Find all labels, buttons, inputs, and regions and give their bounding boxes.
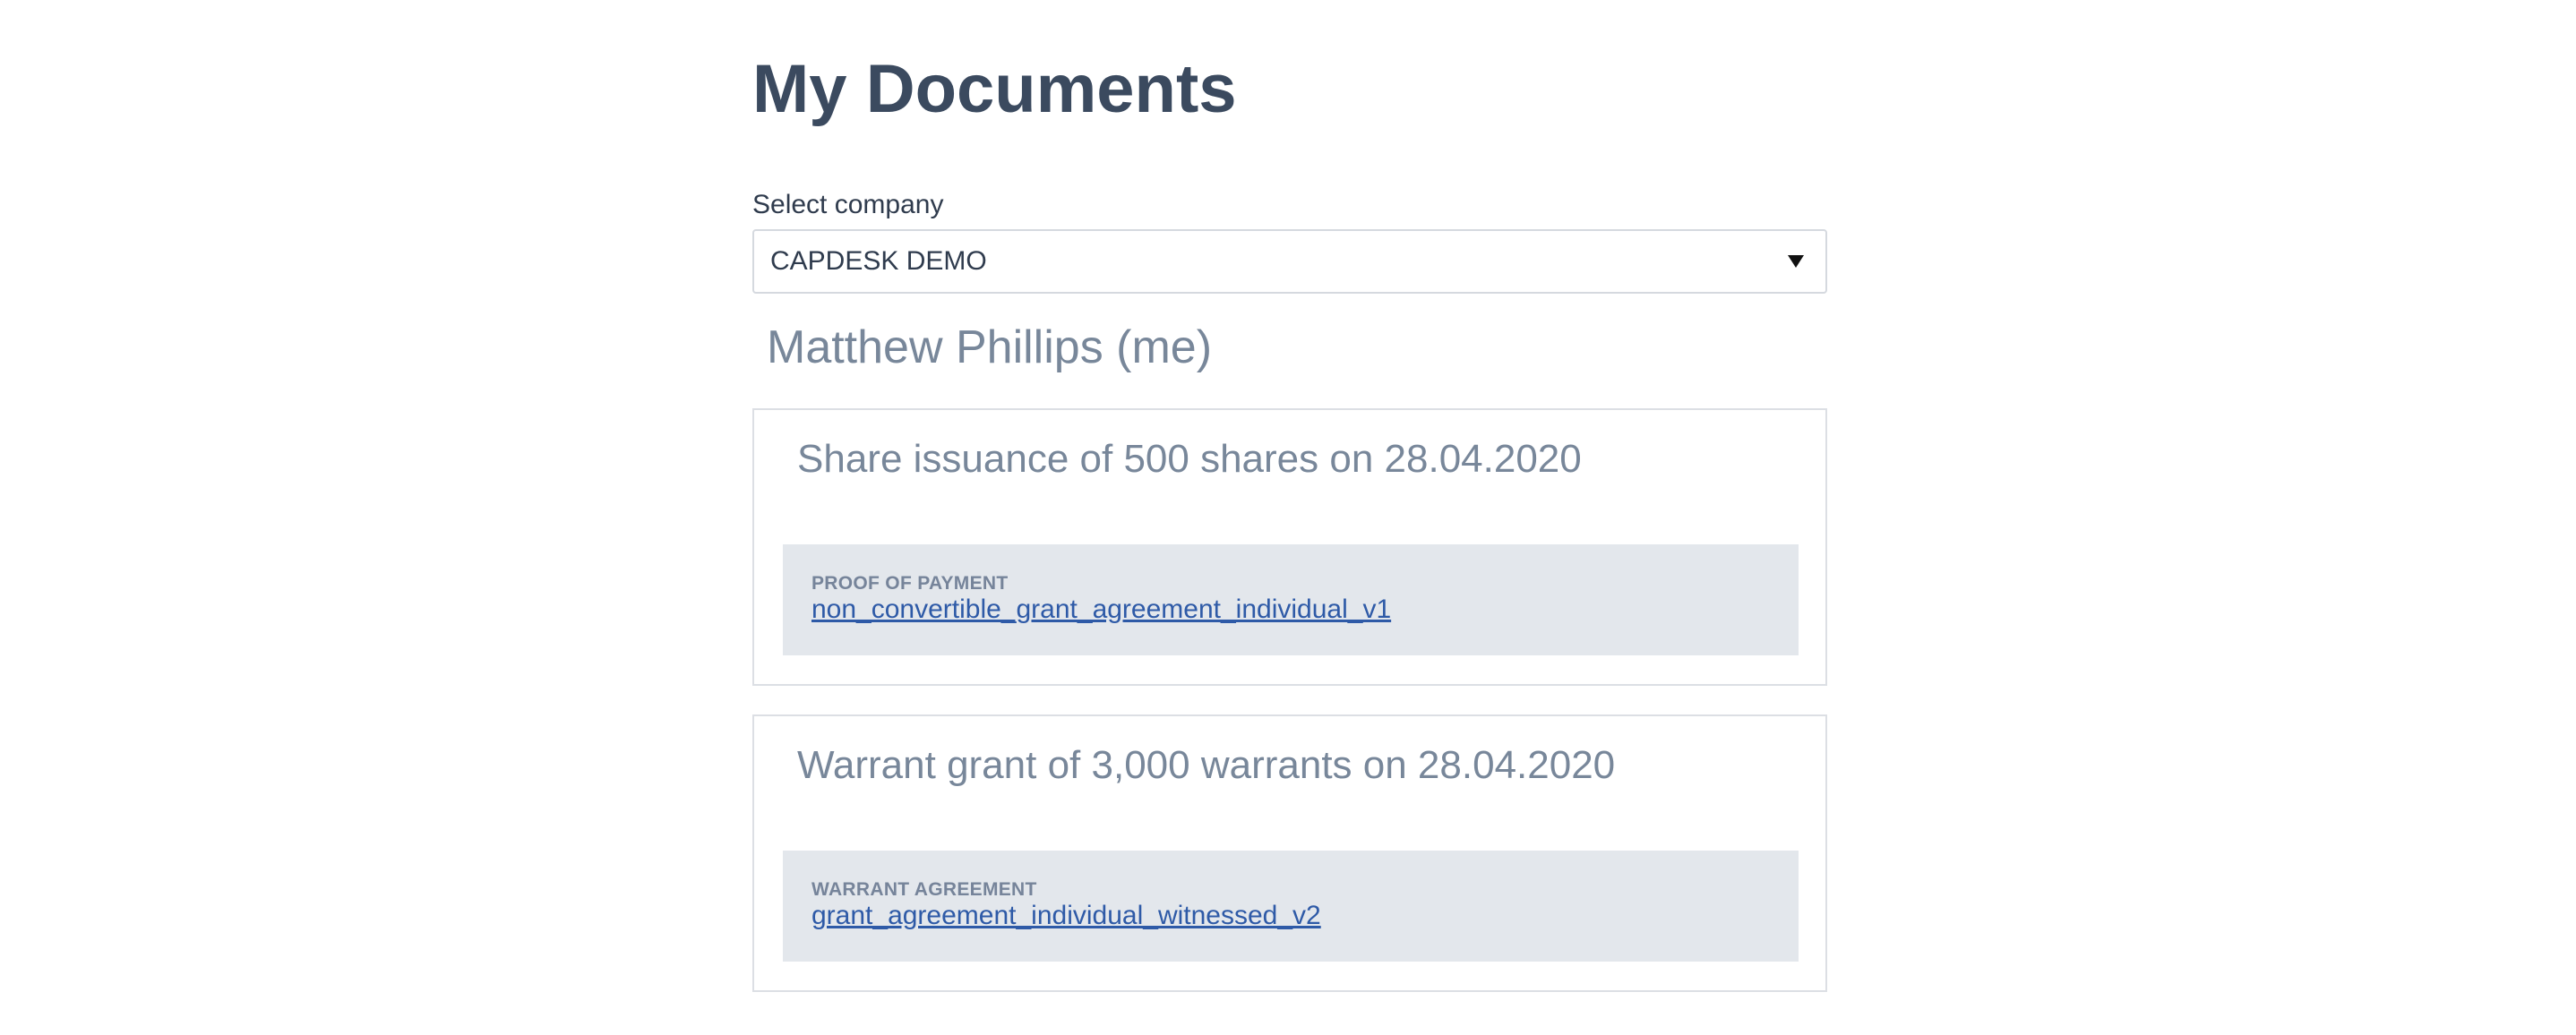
company-select[interactable]: CAPDESK DEMO [752, 229, 1827, 294]
company-select-value: CAPDESK DEMO [770, 246, 987, 276]
page-title: My Documents [752, 51, 1237, 127]
document-item: WARRANT AGREEMENT grant_agreement_indivi… [783, 851, 1799, 962]
transaction-card: Share issuance of 500 shares on 28.04.20… [752, 408, 1827, 686]
chevron-down-icon [1788, 255, 1804, 268]
document-link[interactable]: non_convertible_grant_agreement_individu… [811, 594, 1391, 625]
person-name: Matthew Phillips (me) [767, 321, 1213, 373]
card-title: Warrant grant of 3,000 warrants on 28.04… [797, 743, 1616, 787]
card-title: Share issuance of 500 shares on 28.04.20… [797, 437, 1582, 481]
document-type-label: WARRANT AGREEMENT [811, 879, 1037, 900]
transaction-card: Warrant grant of 3,000 warrants on 28.04… [752, 714, 1827, 992]
document-link[interactable]: grant_agreement_individual_witnessed_v2 [811, 901, 1321, 931]
document-item: PROOF OF PAYMENT non_convertible_grant_a… [783, 544, 1799, 655]
document-type-label: PROOF OF PAYMENT [811, 573, 1009, 594]
select-company-label: Select company [752, 190, 944, 219]
